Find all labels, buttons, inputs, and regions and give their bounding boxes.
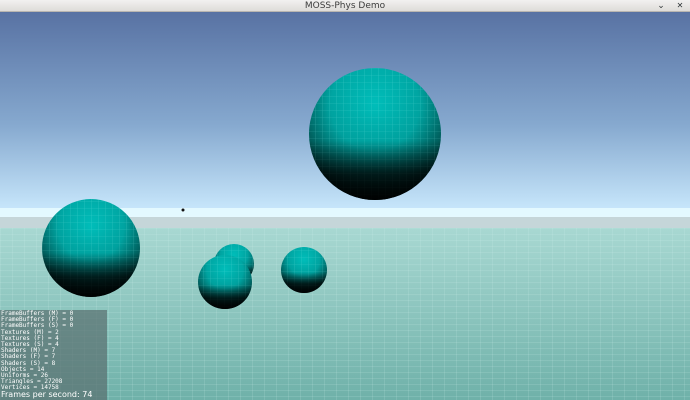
sphere-center-front xyxy=(198,255,252,309)
stats-overlay: FrameBuffers (M) = 0 FrameBuffers (F) = 0… xyxy=(0,310,107,400)
window-title: MOSS-Phys Demo xyxy=(304,1,386,11)
close-icon[interactable]: ✕ xyxy=(675,1,685,11)
fps-counter: Frames per second: 74 xyxy=(1,390,93,399)
minimize-icon[interactable]: ⌄ xyxy=(656,1,666,11)
stats-lines: FrameBuffers (M) = 0 FrameBuffers (F) = 0… xyxy=(0,310,107,392)
title-bar[interactable]: MOSS-Phys Demo ⌄ ✕ xyxy=(0,0,690,12)
sphere-right-small xyxy=(281,247,327,293)
sphere-large-floating xyxy=(309,68,441,200)
sphere-left xyxy=(42,199,140,297)
app-window: MOSS-Phys Demo ⌄ ✕ FrameBuffers (M) = 0 … xyxy=(0,0,690,400)
crosshair-icon xyxy=(181,208,185,212)
